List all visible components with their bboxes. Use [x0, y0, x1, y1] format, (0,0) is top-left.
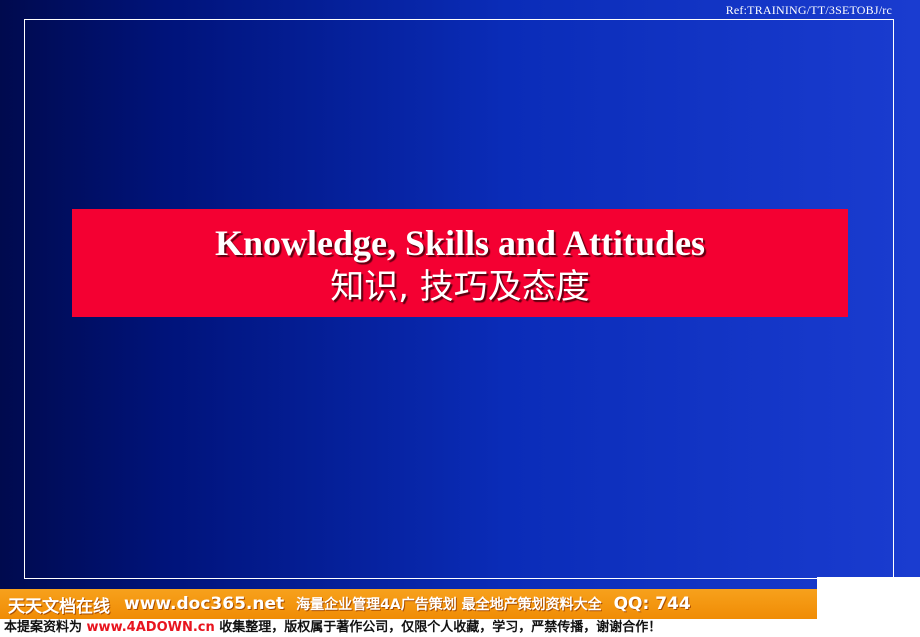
watermark-notice-suffix: 收集整理，版权属于著作公司，仅限个人收藏，学习，严禁传播，谢谢合作！ — [219, 620, 662, 635]
title-box: Knowledge, Skills and Attitudes 知识, 技巧及态… — [72, 209, 848, 317]
watermark-qq: QQ: 744 — [613, 594, 691, 614]
corner-blank — [817, 577, 920, 619]
watermark-slogan: 海量企业管理4A广告策划 最全地产策划资料大全 — [296, 597, 602, 613]
slide: Ref:TRAINING/TT/3SETOBJ/rc Knowledge, Sk… — [0, 0, 920, 637]
watermark-site-name: 天天文档在线 — [8, 596, 110, 617]
watermark-site-url[interactable]: www.doc365.net — [124, 594, 284, 614]
watermark-notice-prefix: 本提案资料为 — [4, 620, 83, 635]
page-number: 3 — [874, 580, 880, 594]
reference-code: Ref:TRAINING/TT/3SETOBJ/rc — [725, 3, 892, 17]
watermark-notice-url[interactable]: www.4ADOWN.cn — [87, 620, 215, 635]
title-chinese: 知识, 技巧及态度 — [330, 267, 590, 307]
watermark-notice: 本提案资料为 www.4ADOWN.cn 收集整理，版权属于著作公司，仅限个人收… — [0, 619, 920, 637]
title-english: Knowledge, Skills and Attitudes — [214, 223, 706, 263]
watermark-banner: 天天文档在线 www.doc365.net 海量企业管理4A广告策划 最全地产策… — [0, 589, 817, 619]
